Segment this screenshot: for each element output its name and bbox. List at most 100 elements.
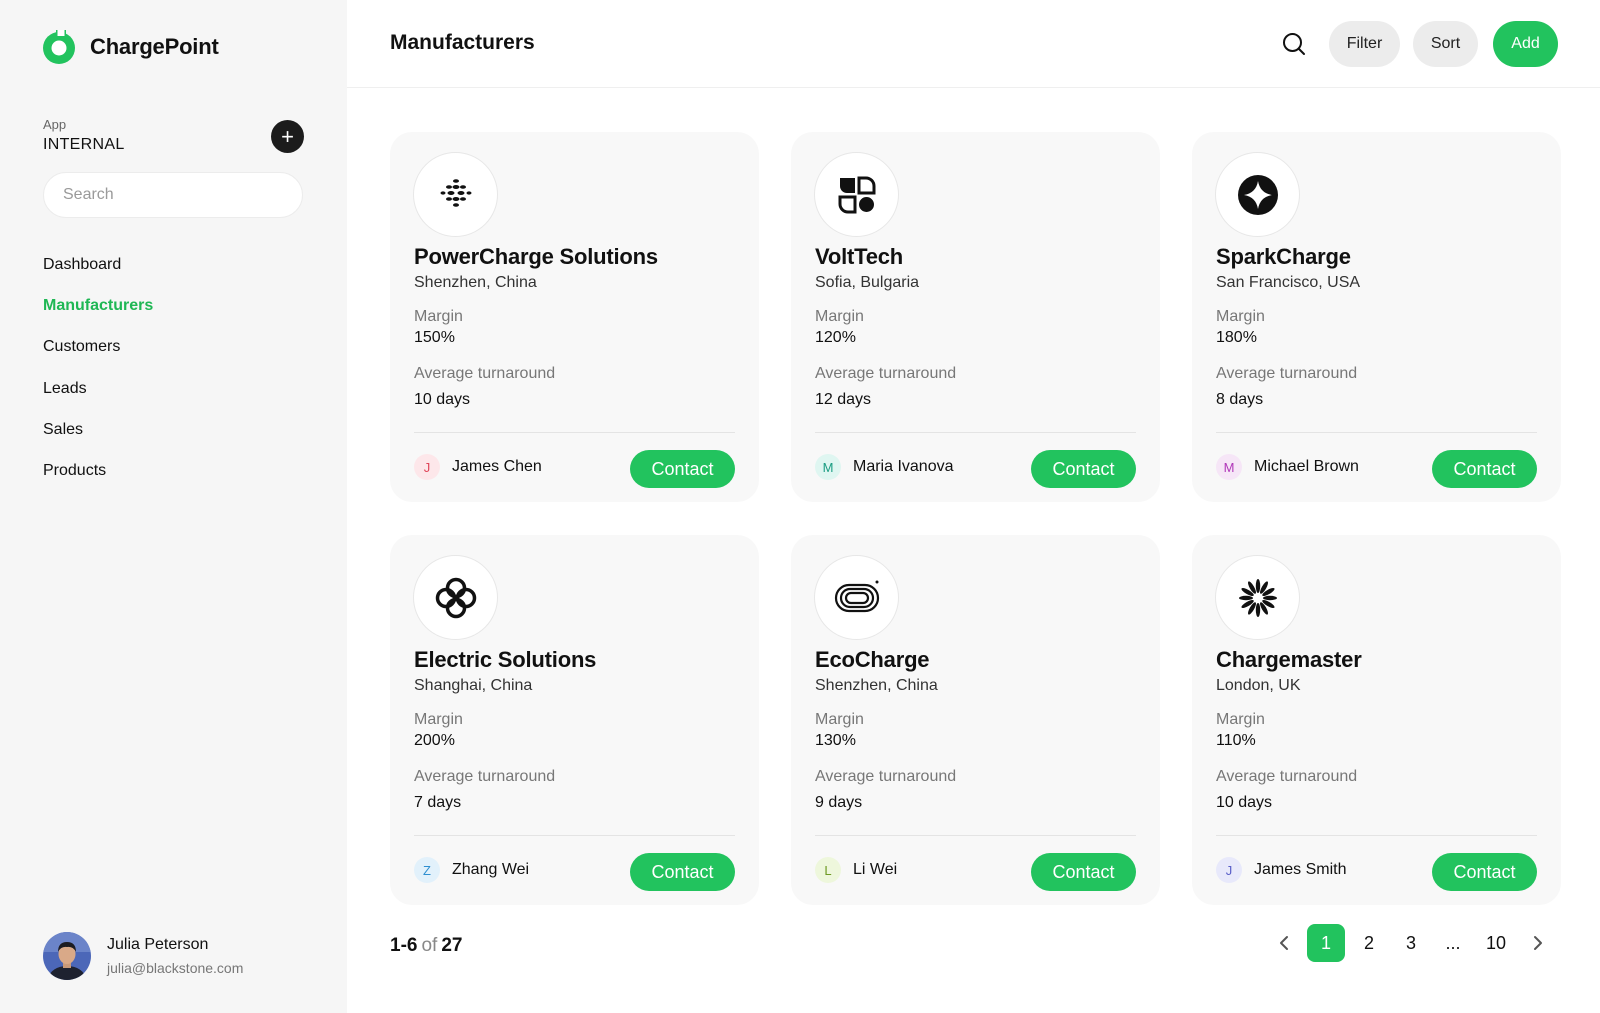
brand[interactable]: ChargePoint xyxy=(42,30,219,64)
contact-initial-avatar: M xyxy=(815,454,841,480)
sidebar-item-dashboard[interactable]: Dashboard xyxy=(43,244,153,285)
margin-value: 180% xyxy=(1216,329,1257,346)
contact-button[interactable]: Contact xyxy=(1432,450,1537,488)
manufacturer-logo xyxy=(413,555,498,640)
margin-label: Margin xyxy=(414,308,463,325)
manufacturer-card[interactable]: Chargemaster London, UK Margin 110% Aver… xyxy=(1192,535,1561,905)
turnaround-label: Average turnaround xyxy=(1216,365,1358,382)
sort-button[interactable]: Sort xyxy=(1413,21,1478,67)
contact-person: M Maria Ivanova xyxy=(815,454,954,480)
turnaround-value: 9 days xyxy=(815,794,863,811)
add-button[interactable]: Add xyxy=(1493,21,1558,67)
dots-pattern-icon xyxy=(440,178,471,207)
range-total: 27 xyxy=(441,935,463,956)
results-range: 1-6 of 27 xyxy=(390,935,462,957)
sidebar: ChargePoint App INTERNAL + Dashboard Man… xyxy=(0,0,347,1013)
contact-initial-avatar: Z xyxy=(414,857,440,883)
sidebar-item-manufacturers[interactable]: Manufacturers xyxy=(43,285,153,326)
margin-label: Margin xyxy=(815,308,864,325)
contact-initial-avatar: L xyxy=(815,857,841,883)
contact-person: M Michael Brown xyxy=(1216,454,1359,480)
sidebar-search[interactable] xyxy=(43,172,303,218)
margin-value: 120% xyxy=(815,329,856,346)
chargepoint-logo-icon xyxy=(43,30,75,64)
contact-name: James Chen xyxy=(452,458,542,475)
user-email: julia@blackstone.com xyxy=(107,960,244,976)
star-circle-icon xyxy=(1237,174,1278,215)
contact-person: J James Chen xyxy=(414,454,542,480)
user-avatar-icon xyxy=(43,932,91,980)
manufacturer-card[interactable]: SparkCharge San Francisco, USA Margin 18… xyxy=(1192,132,1561,502)
page-title: Manufacturers xyxy=(390,31,535,54)
turnaround-value: 10 days xyxy=(1216,794,1273,811)
turnaround-value: 7 days xyxy=(414,794,462,811)
contact-button[interactable]: Contact xyxy=(1031,450,1136,488)
app-selector[interactable]: App INTERNAL xyxy=(43,117,125,154)
user-profile[interactable]: Julia Peterson julia@blackstone.com xyxy=(43,932,243,980)
contact-person: J James Smith xyxy=(1216,857,1346,883)
chevron-left-icon[interactable] xyxy=(1272,924,1296,962)
burst-icon xyxy=(1238,578,1277,617)
manufacturer-location: San Francisco, USA xyxy=(1216,274,1361,291)
page-2[interactable]: 2 xyxy=(1350,924,1388,962)
contact-person: L Li Wei xyxy=(815,857,897,883)
geometric-blocks-icon xyxy=(838,176,875,213)
manufacturer-card[interactable]: Electric Solutions Shanghai, China Margi… xyxy=(390,535,759,905)
manufacturer-logo xyxy=(413,152,498,237)
contact-name: Michael Brown xyxy=(1254,458,1359,475)
manufacturer-card[interactable]: VoltTech Sofia, Bulgaria Margin 120% Ave… xyxy=(791,132,1160,502)
turnaround-label: Average turnaround xyxy=(414,768,556,785)
turnaround-label: Average turnaround xyxy=(1216,768,1358,785)
page-ellipsis: ... xyxy=(1445,932,1461,953)
contact-name: James Smith xyxy=(1254,861,1347,878)
card-divider xyxy=(815,432,1136,433)
manufacturer-name: Chargemaster xyxy=(1216,647,1362,672)
turnaround-value: 12 days xyxy=(815,391,872,408)
margin-label: Margin xyxy=(815,711,864,728)
sidebar-item-customers[interactable]: Customers xyxy=(43,327,153,368)
filter-button[interactable]: Filter xyxy=(1329,21,1400,67)
manufacturer-name: VoltTech xyxy=(815,244,904,269)
manufacturer-logo xyxy=(1215,555,1300,640)
turnaround-label: Average turnaround xyxy=(815,365,957,382)
contact-button[interactable]: Contact xyxy=(630,450,735,488)
add-app-button[interactable]: + xyxy=(271,120,304,153)
manufacturer-location: Shanghai, China xyxy=(414,677,533,694)
contact-button[interactable]: Contact xyxy=(1031,853,1136,891)
turnaround-label: Average turnaround xyxy=(414,365,556,382)
avatar xyxy=(43,932,91,980)
manufacturer-card[interactable]: EcoCharge Shenzhen, China Margin 130% Av… xyxy=(791,535,1160,905)
concentric-loop-icon xyxy=(834,580,879,612)
search-icon[interactable] xyxy=(1280,30,1308,58)
contact-button[interactable]: Contact xyxy=(1432,853,1537,891)
contact-button[interactable]: Contact xyxy=(630,853,735,891)
chevron-right-icon[interactable] xyxy=(1526,924,1550,962)
search-input[interactable] xyxy=(63,186,283,204)
contact-person: Z Zhang Wei xyxy=(414,857,529,883)
manufacturer-logo xyxy=(814,152,899,237)
contact-initial-avatar: J xyxy=(1216,857,1242,883)
sidebar-item-sales[interactable]: Sales xyxy=(43,409,153,450)
sidebar-item-leads[interactable]: Leads xyxy=(43,368,153,409)
contact-name: Li Wei xyxy=(853,861,898,878)
user-name: Julia Peterson xyxy=(107,936,209,953)
page-10[interactable]: 10 xyxy=(1477,924,1515,962)
page-1[interactable]: 1 xyxy=(1307,924,1345,962)
manufacturer-card[interactable]: PowerCharge Solutions Shenzhen, China Ma… xyxy=(390,132,759,502)
range-of: of xyxy=(421,935,438,956)
app-label: App xyxy=(43,117,67,132)
range-start-end: 1-6 xyxy=(390,935,418,956)
contact-name: Zhang Wei xyxy=(452,861,530,878)
card-divider xyxy=(1216,835,1537,836)
margin-value: 130% xyxy=(815,732,856,749)
card-divider xyxy=(1216,432,1537,433)
sidebar-item-products[interactable]: Products xyxy=(43,450,153,491)
page-3[interactable]: 3 xyxy=(1392,924,1430,962)
manufacturer-location: Shenzhen, China xyxy=(815,677,938,694)
contact-initial-avatar: M xyxy=(1216,454,1242,480)
card-divider xyxy=(414,432,735,433)
sidebar-nav: Dashboard Manufacturers Customers Leads … xyxy=(43,244,153,492)
turnaround-value: 10 days xyxy=(414,391,471,408)
manufacturer-location: Sofia, Bulgaria xyxy=(815,274,920,291)
margin-value: 200% xyxy=(414,732,455,749)
